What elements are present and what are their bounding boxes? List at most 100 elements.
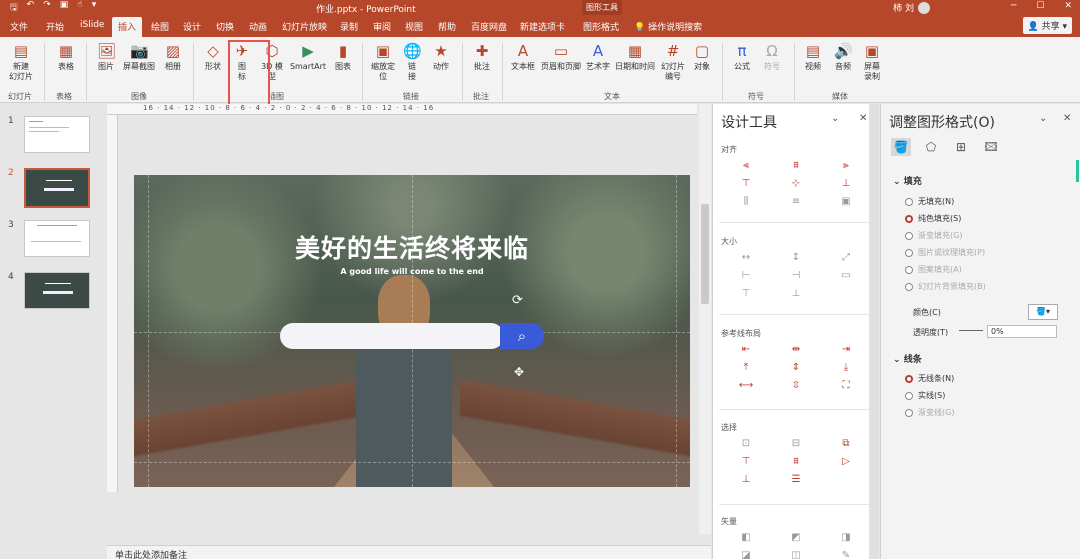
select-top-icon[interactable]: ⊤	[721, 456, 771, 468]
solid-fill-option[interactable]: 纯色填充(S)	[905, 213, 961, 224]
radio-button[interactable]	[905, 391, 913, 400]
vector-fragment-icon[interactable]: ◨	[821, 532, 871, 544]
chevron-down-icon[interactable]: ⌄	[1039, 113, 1047, 124]
size-properties-icon[interactable]: ⊞	[951, 138, 971, 156]
header-footer-button[interactable]: ▭ 页眉和页脚	[539, 42, 583, 72]
tab-design[interactable]: 设计	[183, 20, 201, 33]
datetime-button[interactable]: ▦ 日期和时间	[613, 42, 657, 72]
new-slide-button[interactable]: ▤ 新建 幻灯片	[4, 42, 38, 82]
gradient-fill-option[interactable]: 渐变填充(G)	[905, 230, 962, 241]
picture-icon[interactable]: 🖾	[981, 138, 1001, 156]
vector-union-icon[interactable]: ◧	[721, 532, 771, 544]
minimize-icon[interactable]: ─	[1011, 1, 1016, 11]
tab-draw[interactable]: 绘图	[151, 20, 169, 33]
fit-top-icon[interactable]: ⊤	[721, 288, 771, 300]
save-icon[interactable]: 🖫	[10, 0, 18, 16]
vector-subtract-icon[interactable]: ◫	[771, 550, 821, 559]
align-slide-icon[interactable]: ▣	[821, 196, 871, 208]
smartart-button[interactable]: ▶ SmartArt	[288, 42, 328, 72]
tab-home[interactable]: 开始	[46, 20, 64, 33]
slide-thumbnail[interactable]	[24, 116, 90, 153]
tab-help[interactable]: 帮助	[438, 20, 456, 33]
screen-record-button[interactable]: ▣ 屏幕 录制	[859, 42, 885, 82]
transparency-input[interactable]: 0%	[987, 325, 1057, 338]
select-bottom-icon[interactable]: ⊥	[721, 474, 771, 486]
tab-transitions[interactable]: 切换	[216, 20, 234, 33]
fill-section-header[interactable]: ⌄ 填充	[893, 174, 922, 187]
align-center-icon[interactable]: ⩩	[771, 160, 821, 172]
fit-bottom-icon[interactable]: ⊥	[771, 288, 821, 300]
table-button[interactable]: ▦ 表格	[52, 42, 80, 72]
tab-record[interactable]: 录制	[340, 20, 358, 33]
guide-top-icon[interactable]: ⤒	[721, 362, 771, 374]
zoom-button[interactable]: ▣ 缩放定 位	[368, 42, 398, 82]
scroll-thumb[interactable]	[701, 204, 709, 304]
same-size-icon[interactable]: ⤢	[821, 252, 871, 264]
fit-right-icon[interactable]: ⊣	[771, 270, 821, 282]
radio-button[interactable]	[905, 265, 913, 274]
effects-icon[interactable]: ⬠	[921, 138, 941, 156]
radio-button[interactable]	[905, 408, 913, 417]
tab-new-tab[interactable]: 新建选项卡	[520, 20, 565, 33]
guide-left-icon[interactable]: ⇤	[721, 344, 771, 356]
slide-thumbnail[interactable]	[24, 272, 90, 309]
transparency-slider[interactable]	[959, 330, 983, 331]
picture-fill-option[interactable]: 图片或纹理填充(P)	[905, 247, 985, 258]
rotate-handle-icon[interactable]: ⟳	[512, 293, 523, 308]
fit-slide-icon[interactable]: ▭	[821, 270, 871, 282]
wordart-button[interactable]: A 艺术字	[584, 42, 612, 72]
align-right-icon[interactable]: ⫸	[821, 160, 871, 172]
picture-button[interactable]: 🖼 图片	[94, 42, 118, 72]
close-pane-icon[interactable]: ✕	[859, 113, 867, 124]
slide-number-button[interactable]: # 幻灯片 编号	[658, 42, 688, 82]
slideshow-icon[interactable]: ▣	[60, 0, 69, 16]
tab-shape-format[interactable]: 图形格式	[583, 20, 619, 33]
textbox-button[interactable]: A 文本框	[508, 42, 538, 72]
slide-thumbnail-selected[interactable]	[24, 168, 90, 208]
slide-title[interactable]: 美好的生活终将来临	[134, 229, 690, 265]
vector-edit-icon[interactable]: ✎	[821, 550, 871, 559]
guide-height-icon[interactable]: ⇳	[771, 380, 821, 392]
fit-left-icon[interactable]: ⊢	[721, 270, 771, 282]
notes-placeholder[interactable]: 单击此处添加备注	[107, 545, 711, 559]
radio-button-selected[interactable]	[905, 374, 913, 383]
select-type-icon[interactable]: ⊟	[771, 438, 821, 450]
equation-button[interactable]: π 公式	[730, 42, 754, 72]
chevron-down-icon[interactable]: ⌄	[831, 113, 839, 124]
guide-fill-icon[interactable]: ⛶	[821, 380, 871, 392]
vector-combine-icon[interactable]: ◩	[771, 532, 821, 544]
vector-intersect-icon[interactable]: ◪	[721, 550, 771, 559]
select-same-icon[interactable]: ⊡	[721, 438, 771, 450]
color-picker-button[interactable]: 🪣▾	[1028, 304, 1058, 320]
symbol-button[interactable]: Ω 符号	[760, 42, 784, 72]
align-top-icon[interactable]: ⊤	[721, 178, 771, 190]
same-width-icon[interactable]: ↔	[721, 252, 771, 264]
radio-button[interactable]	[905, 197, 913, 206]
tab-animations[interactable]: 动画	[249, 20, 267, 33]
solid-line-option[interactable]: 实线(S)	[905, 390, 945, 401]
album-button[interactable]: ▨ 相册	[160, 42, 186, 72]
select-pointer-icon[interactable]: ▷	[821, 456, 871, 468]
select-stack-icon[interactable]: ☰	[771, 474, 821, 486]
link-button[interactable]: 🌐 链 接	[400, 42, 424, 82]
customize-qat-icon[interactable]: ▾	[92, 0, 97, 16]
guide-center-icon[interactable]: ⇹	[771, 344, 821, 356]
distribute-h-icon[interactable]: ⫼	[721, 196, 771, 208]
tab-view[interactable]: 视图	[405, 20, 423, 33]
shapes-button[interactable]: ◇ 形状	[201, 42, 225, 72]
share-button[interactable]: 👤 共享 ▾	[1022, 17, 1072, 34]
radio-button[interactable]	[905, 282, 913, 291]
radio-button[interactable]	[905, 231, 913, 240]
align-middle-icon[interactable]: ⊹	[771, 178, 821, 190]
slide-subtitle[interactable]: A good life will come to the end	[134, 267, 690, 276]
redo-icon[interactable]: ↷	[43, 0, 51, 16]
screenshot-button[interactable]: 📷 屏幕截图	[120, 42, 158, 72]
select-group-icon[interactable]: ⩩	[771, 456, 821, 468]
radio-button[interactable]	[905, 248, 913, 257]
tab-insert[interactable]: 插入	[112, 17, 143, 37]
same-height-icon[interactable]: ↕	[771, 252, 821, 264]
slide-thumbnail[interactable]	[24, 220, 90, 257]
user-account[interactable]: 柿 刘	[893, 1, 930, 14]
distribute-v-icon[interactable]: ≡	[771, 196, 821, 208]
object-button[interactable]: ▢ 对象	[690, 42, 714, 72]
